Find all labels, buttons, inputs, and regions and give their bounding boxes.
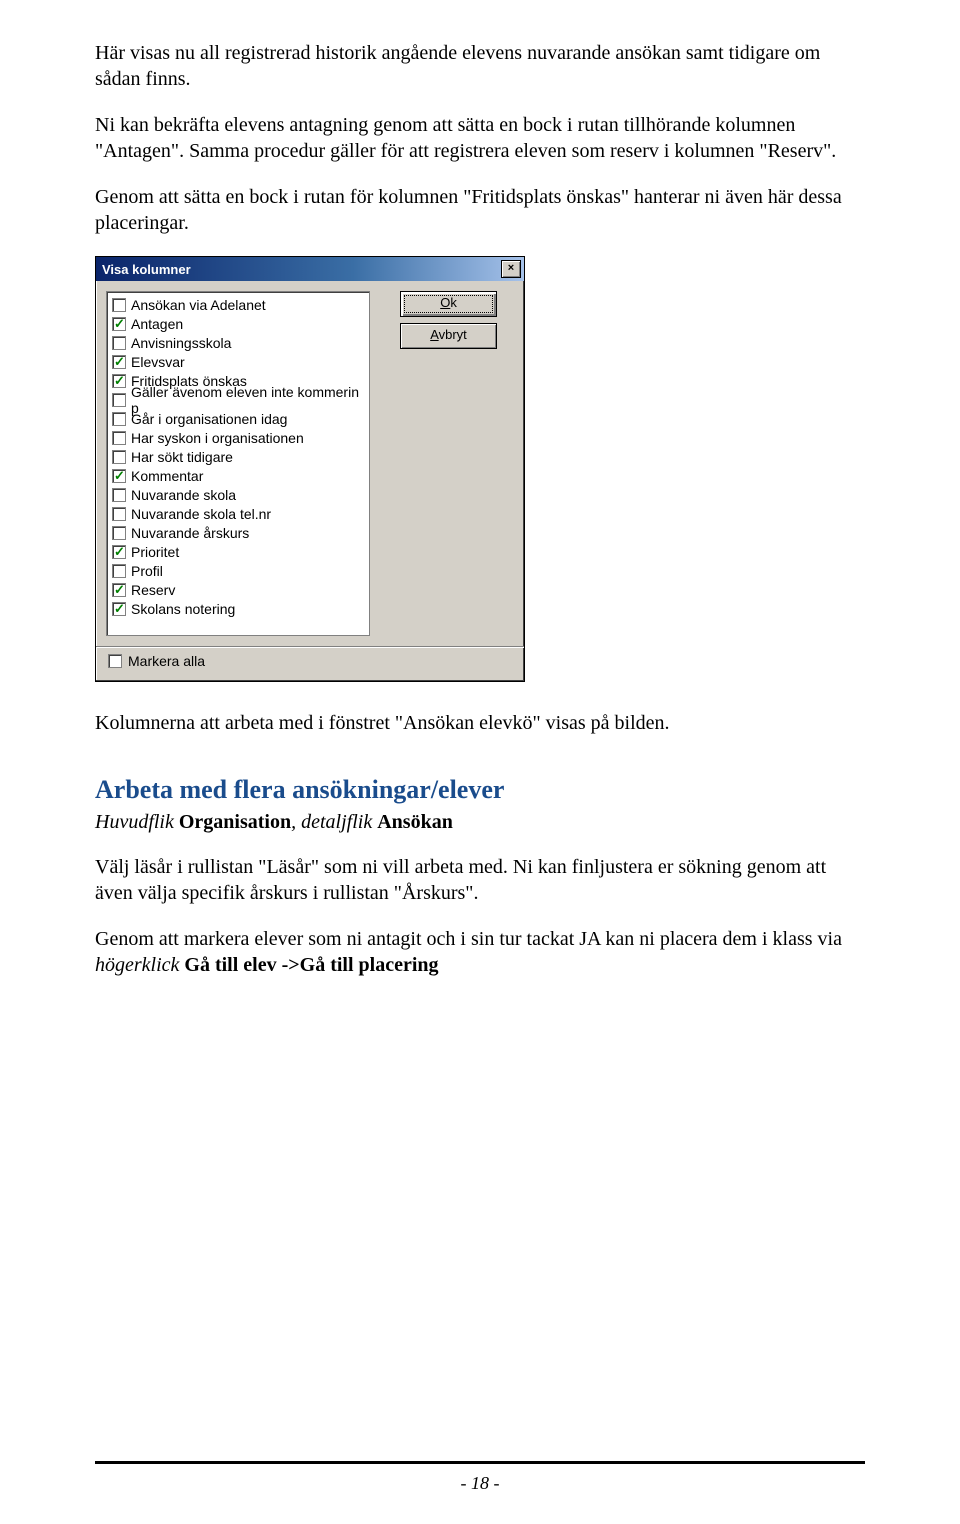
column-checkbox[interactable]	[112, 374, 126, 388]
section-subhead: Huvudflik Organisation, detaljflik Ansök…	[95, 811, 865, 834]
column-checkbox[interactable]	[112, 317, 126, 331]
column-checkbox[interactable]	[112, 526, 126, 540]
column-label: Går i organisationen idag	[131, 411, 287, 427]
avbryt-label-rest: vbryt	[439, 327, 467, 342]
ok-label-rest: k	[450, 295, 457, 310]
sub-pre: Huvudflik	[95, 811, 179, 833]
image-caption: Kolumnerna att arbeta med i fönstret "An…	[95, 712, 865, 735]
column-label: Nuvarande skola tel.nr	[131, 506, 271, 522]
column-checkbox[interactable]	[112, 488, 126, 502]
column-label: Har syskon i organisationen	[131, 430, 304, 446]
p5-italic: högerklick	[95, 954, 184, 976]
close-icon[interactable]: ×	[501, 260, 521, 278]
ok-label-accel: O	[440, 295, 450, 310]
column-label: Antagen	[131, 316, 183, 332]
section-heading: Arbeta med flera ansökningar/elever	[95, 775, 865, 805]
column-checkbox[interactable]	[112, 507, 126, 521]
p5-bold: Gå till elev ->Gå till placering	[184, 954, 438, 976]
column-label: Kommentar	[131, 468, 203, 484]
sub-mid: , detaljflik	[291, 811, 377, 833]
list-item[interactable]: Skolans notering	[107, 599, 369, 618]
list-item[interactable]: Kommentar	[107, 466, 369, 485]
dialog-title: Visa kolumner	[102, 262, 191, 277]
column-label: Har sökt tidigare	[131, 449, 233, 465]
column-checkbox[interactable]	[112, 412, 126, 426]
column-label: Nuvarande skola	[131, 487, 236, 503]
markera-alla-label: Markera alla	[128, 653, 205, 669]
column-checkbox[interactable]	[112, 545, 126, 559]
columns-listbox[interactable]: Ansökan via Adelanet Antagen Anvisningssko…	[106, 291, 370, 636]
paragraph: Genom att markera elever som ni antagit …	[95, 926, 865, 978]
paragraph: Välj läsår i rullistan "Läsår" som ni vi…	[95, 854, 865, 906]
list-item[interactable]: Anvisningsskola	[107, 333, 369, 352]
p5-text: Genom att markera elever som ni antagit …	[95, 928, 842, 950]
visa-kolumner-dialog: Visa kolumner × Ansökan via Adelanet Anta…	[95, 256, 525, 682]
list-item[interactable]: Har syskon i organisationen	[107, 428, 369, 447]
list-item[interactable]: Antagen	[107, 314, 369, 333]
column-checkbox[interactable]	[112, 355, 126, 369]
column-checkbox[interactable]	[112, 602, 126, 616]
avbryt-label-accel: A	[430, 327, 438, 342]
column-checkbox[interactable]	[112, 298, 126, 312]
column-label: Skolans notering	[131, 601, 235, 617]
column-checkbox[interactable]	[112, 431, 126, 445]
column-label: Prioritet	[131, 544, 179, 560]
footer-rule	[95, 1461, 865, 1464]
column-label: Ansökan via Adelanet	[131, 297, 266, 313]
list-item[interactable]: Reserv	[107, 580, 369, 599]
list-item[interactable]: Har sökt tidigare	[107, 447, 369, 466]
dialog-titlebar: Visa kolumner ×	[96, 257, 524, 281]
column-label: Profil	[131, 563, 163, 579]
paragraph: Ni kan bekräfta elevens antagning genom …	[95, 112, 865, 164]
list-item[interactable]: Prioritet	[107, 542, 369, 561]
column-checkbox[interactable]	[112, 450, 126, 464]
list-item[interactable]: Nuvarande skola	[107, 485, 369, 504]
list-item[interactable]: Ansökan via Adelanet	[107, 295, 369, 314]
column-checkbox[interactable]	[112, 564, 126, 578]
markera-alla-checkbox[interactable]	[108, 654, 122, 668]
column-label: Elevsvar	[131, 354, 185, 370]
sub-bold2: Ansökan	[377, 811, 453, 833]
column-label: Anvisningsskola	[131, 335, 231, 351]
column-label: Nuvarande årskurs	[131, 525, 249, 541]
list-item[interactable]: Nuvarande årskurs	[107, 523, 369, 542]
markera-alla-row[interactable]: Markera alla	[96, 646, 524, 681]
list-item[interactable]: Elevsvar	[107, 352, 369, 371]
column-checkbox[interactable]	[112, 393, 126, 407]
ok-button[interactable]: Ok	[400, 291, 497, 317]
column-label: Reserv	[131, 582, 175, 598]
sub-bold: Organisation	[179, 811, 291, 833]
column-checkbox[interactable]	[112, 469, 126, 483]
list-item[interactable]: Nuvarande skola tel.nr	[107, 504, 369, 523]
page-number: - 18 -	[0, 1473, 960, 1494]
column-checkbox[interactable]	[112, 336, 126, 350]
list-item[interactable]: Profil	[107, 561, 369, 580]
paragraph: Här visas nu all registrerad historik an…	[95, 40, 865, 92]
column-checkbox[interactable]	[112, 583, 126, 597]
avbryt-button[interactable]: Avbryt	[400, 323, 497, 349]
list-item[interactable]: Gäller ävenom eleven inte kommerin p	[107, 390, 369, 409]
paragraph: Genom att sätta en bock i rutan för kolu…	[95, 184, 865, 236]
